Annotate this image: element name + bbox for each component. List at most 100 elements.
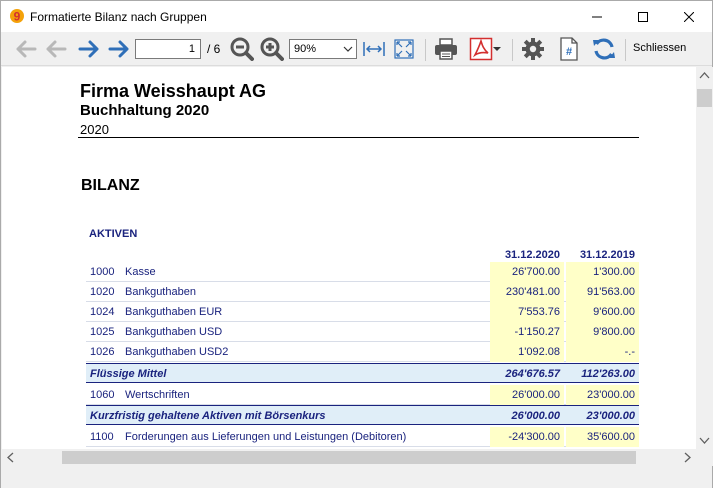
table-row: 1000 Kasse 26'700.00 1'300.00: [86, 262, 639, 282]
subtotal-row: Kurzfristig gehaltene Aktiven mit Börsen…: [86, 405, 639, 425]
account-number: 1024: [90, 306, 115, 318]
vertical-scroll-thumb[interactable]: [697, 89, 712, 107]
value-2019: 9'800.00: [566, 322, 639, 342]
zoom-out-icon: [230, 37, 254, 61]
value-2020: 7'553.76: [490, 302, 564, 322]
printer-icon: [435, 38, 457, 60]
pdf-icon: [469, 37, 493, 61]
zoom-out-button[interactable]: [229, 36, 255, 62]
zoom-select[interactable]: 90%: [289, 39, 357, 59]
title-bar: 9 Formatierte Bilanz nach Gruppen: [1, 1, 712, 32]
minimize-button[interactable]: [574, 1, 620, 32]
settings-button[interactable]: [519, 36, 547, 62]
subtotal-row: Flüssige Mittel 264'676.57 112'263.00: [86, 363, 639, 383]
toolbar-separator: [512, 39, 513, 61]
account-name: Bankguthaben USD: [125, 326, 223, 338]
account-number: 1000: [90, 266, 115, 278]
value-2019: 35'600.00: [566, 427, 639, 447]
report-subtitle: Buchhaltung 2020: [80, 102, 210, 119]
refresh-icon: [593, 38, 615, 60]
window-title: Formatierte Bilanz nach Gruppen: [30, 10, 207, 24]
header-divider: [78, 137, 639, 138]
account-number: 1100: [90, 431, 114, 443]
pdf-export-button[interactable]: [465, 36, 505, 62]
toolbar-separator: [625, 39, 626, 61]
zoom-value: 90%: [294, 43, 317, 55]
value-2019: -.-: [566, 342, 639, 362]
table-row: 1060 Wertschriften 26'000.00 23'000.00: [86, 385, 639, 405]
value-2019: 23'000.00: [566, 385, 639, 405]
previous-page-button[interactable]: [43, 36, 69, 62]
page-total-label: / 6: [207, 42, 221, 56]
value-2020: 230'481.00: [490, 282, 564, 302]
arrow-left-icon: [46, 40, 67, 58]
value-2020: -1'150.27: [490, 322, 564, 342]
page-number-input[interactable]: 1: [135, 39, 201, 59]
report-preview[interactable]: Firma Weisshaupt AG Buchhaltung 2020 202…: [2, 67, 696, 449]
close-window-button[interactable]: [666, 1, 712, 32]
group-title: AKTIVEN: [89, 228, 138, 240]
minimize-icon: [592, 16, 602, 17]
last-page-button[interactable]: [106, 36, 132, 62]
value-2019: 112'263.00: [581, 368, 635, 380]
arrow-right-icon: [78, 40, 99, 58]
company-name: Firma Weisshaupt AG: [80, 81, 267, 101]
status-bar: [1, 466, 712, 488]
caret-down-icon: [493, 47, 501, 51]
value-2020: 264'676.57: [505, 368, 560, 380]
value-2020: 26'000.00: [511, 410, 561, 422]
value-2020: 26'700.00: [490, 262, 564, 282]
scroll-up-icon[interactable]: [696, 67, 713, 84]
table-row: 1025 Bankguthaben USD -1'150.27 9'800.00: [86, 322, 639, 342]
account-name: Bankguthaben USD2: [125, 346, 229, 358]
value-2019: 91'563.00: [566, 282, 639, 302]
svg-text:9: 9: [14, 10, 21, 24]
hash-document-icon: #: [560, 37, 578, 61]
scroll-left-icon[interactable]: [2, 449, 19, 466]
page-numbering-button[interactable]: #: [556, 36, 582, 62]
horizontal-scroll-thumb[interactable]: [62, 451, 636, 464]
fit-width-button[interactable]: [361, 36, 387, 62]
account-name: Wertschriften: [125, 389, 190, 401]
scroll-down-icon[interactable]: [696, 432, 713, 449]
maximize-button[interactable]: [620, 1, 666, 32]
column-header-2019: 31.12.2019: [579, 249, 635, 261]
fit-page-button[interactable]: [391, 36, 417, 62]
value-2019: 9'600.00: [566, 302, 639, 322]
value-2020: -24'300.00: [490, 427, 564, 447]
account-name: Bankguthaben: [125, 286, 196, 298]
last-page-arrow-icon: [108, 40, 129, 58]
scroll-right-icon[interactable]: [679, 449, 696, 466]
close-icon: [684, 11, 694, 22]
account-number: 1026: [90, 346, 115, 358]
toolbar-separator: [425, 39, 426, 61]
subtotal-label: Flüssige Mittel: [90, 368, 167, 380]
vertical-scrollbar[interactable]: [696, 67, 713, 449]
table-row: 1024 Bankguthaben EUR 7'553.76 9'600.00: [86, 302, 639, 322]
fit-width-icon: [363, 42, 385, 56]
column-header-2020: 31.12.2020: [504, 249, 560, 261]
account-number: 1025: [90, 326, 115, 338]
account-number: 1020: [90, 286, 115, 298]
zoom-in-button[interactable]: [259, 36, 285, 62]
app-logo-icon: 9: [10, 9, 24, 24]
report-year: 2020: [80, 122, 109, 137]
table-row: 1020 Bankguthaben 230'481.00 91'563.00: [86, 282, 639, 302]
table-row: 1100 Forderungen aus Lieferungen und Leis…: [86, 427, 639, 447]
first-page-button[interactable]: [13, 36, 39, 62]
first-page-arrow-icon: [16, 40, 37, 58]
scrollbar-corner: [696, 449, 713, 466]
horizontal-scrollbar[interactable]: [2, 449, 696, 466]
fit-page-icon: [394, 39, 414, 59]
refresh-button[interactable]: [590, 36, 618, 62]
section-title: BILANZ: [81, 177, 140, 194]
next-page-button[interactable]: [76, 36, 102, 62]
value-2019: 1'300.00: [566, 262, 639, 282]
account-name: Forderungen aus Lieferungen und Leistung…: [125, 431, 407, 443]
print-button[interactable]: [432, 36, 460, 62]
account-name: Kasse: [125, 266, 156, 278]
gear-icon: [522, 38, 544, 60]
schliessen-button[interactable]: Schliessen: [633, 42, 686, 54]
subtotal-label: Kurzfristig gehaltene Aktiven mit Börsen…: [90, 410, 326, 422]
maximize-icon: [638, 11, 648, 22]
